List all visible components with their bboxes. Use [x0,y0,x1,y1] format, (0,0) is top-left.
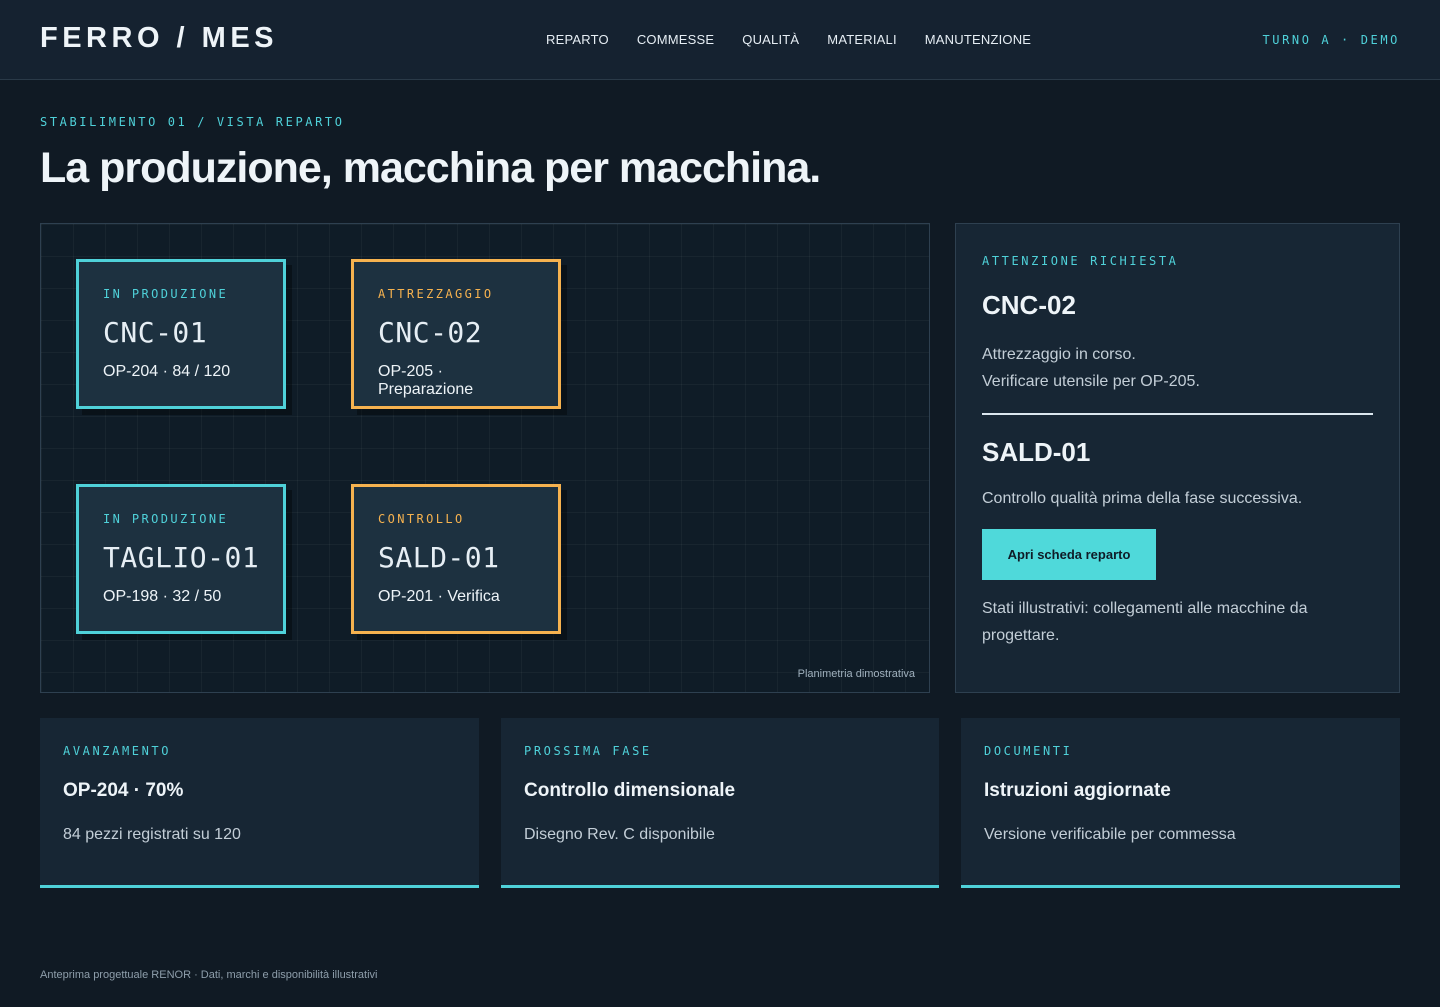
alert-machine-cnc-02: CNC-02 [982,290,1076,320]
nav-item-materiali[interactable]: MATERIALI [827,32,896,47]
alert-message: Controllo qualità prima della fase succe… [982,490,1303,507]
progress-card[interactable]: AVANZAMENTO OP-204 · 70% 84 pezzi regist… [40,718,479,888]
machine-card-taglio-01[interactable]: IN PRODUZIONE TAGLIO-01 OP-198 · 32 / 50 [76,484,286,634]
machine-status: IN PRODUZIONE [103,512,229,526]
machine-name: CNC-01 [103,316,208,349]
card-heading: AVANZAMENTO [63,744,172,758]
documents-card[interactable]: DOCUMENTI Istruzioni aggiornate Versione… [961,718,1400,888]
machine-card-cnc-01[interactable]: IN PRODUZIONE CNC-01 OP-204 · 84 / 120 [76,259,286,409]
next-phase-card[interactable]: PROSSIMA FASE Controllo dimensionale Dis… [501,718,939,888]
top-bar: FERRO / MES REPARTO COMMESSE QUALITÀ MAT… [0,0,1440,80]
footer-note: Anteprima progettuale RENOR · Dati, marc… [40,969,378,981]
machine-status: IN PRODUZIONE [103,287,229,301]
alert-message: Attrezzaggio in corso. [982,346,1136,363]
main-nav: REPARTO COMMESSE QUALITÀ MATERIALI MANUT… [546,32,1059,47]
machine-info: OP-204 · 84 / 120 [103,363,231,380]
machine-name: TAGLIO-01 [103,541,260,574]
card-title: Controllo dimensionale [524,780,736,801]
alert-machine-sald-01: SALD-01 [982,437,1091,467]
machine-info: OP-201 · Verifica [378,588,500,605]
machine-info: OP-198 · 32 / 50 [103,588,222,605]
alert-message: Verificare utensile per OP-205. [982,373,1200,390]
app-logo[interactable]: FERRO / MES [40,22,278,55]
floorplan: IN PRODUZIONE CNC-01 OP-204 · 84 / 120 A… [40,223,930,693]
card-text: 84 pezzi registrati su 120 [63,826,241,843]
nav-item-qualita[interactable]: QUALITÀ [742,32,799,47]
alert-note: Stati illustrativi: collegamenti alle ma… [982,600,1308,644]
card-text: Disegno Rev. C disponibile [524,826,715,843]
card-text: Versione verificabile per commessa [984,826,1236,843]
machine-info: OP-205 · Preparazione [378,363,474,398]
machine-card-cnc-02[interactable]: ATTREZZAGGIO CNC-02 OP-205 · Preparazion… [351,259,561,409]
nav-item-commesse[interactable]: COMMESSE [637,32,714,47]
attention-heading: ATTENZIONE RICHIESTA [982,254,1179,268]
card-heading: PROSSIMA FASE [524,744,652,758]
shift-indicator: TURNO A · DEMO [1262,33,1400,47]
divider [982,413,1373,415]
nav-item-reparto[interactable]: REPARTO [546,32,609,47]
attention-panel: ATTENZIONE RICHIESTA CNC-02 Attrezzaggio… [955,223,1400,693]
machine-status: CONTROLLO [378,512,465,526]
nav-item-manutenzione[interactable]: MANUTENZIONE [925,32,1031,47]
card-heading: DOCUMENTI [984,744,1073,758]
card-title: OP-204 · 70% [63,780,184,801]
card-title: Istruzioni aggiornate [984,780,1171,801]
breadcrumb: STABILIMENTO 01 / VISTA REPARTO [40,115,345,129]
page-title: La produzione, macchina per macchina. [40,144,821,192]
machine-name: SALD-01 [378,541,500,574]
floorplan-caption: Planimetria dimostrativa [797,668,915,680]
machine-status: ATTREZZAGGIO [378,287,494,301]
open-department-sheet-button[interactable]: Apri scheda reparto [982,529,1156,580]
machine-name: CNC-02 [378,316,483,349]
machine-card-sald-01[interactable]: CONTROLLO SALD-01 OP-201 · Verifica [351,484,561,634]
